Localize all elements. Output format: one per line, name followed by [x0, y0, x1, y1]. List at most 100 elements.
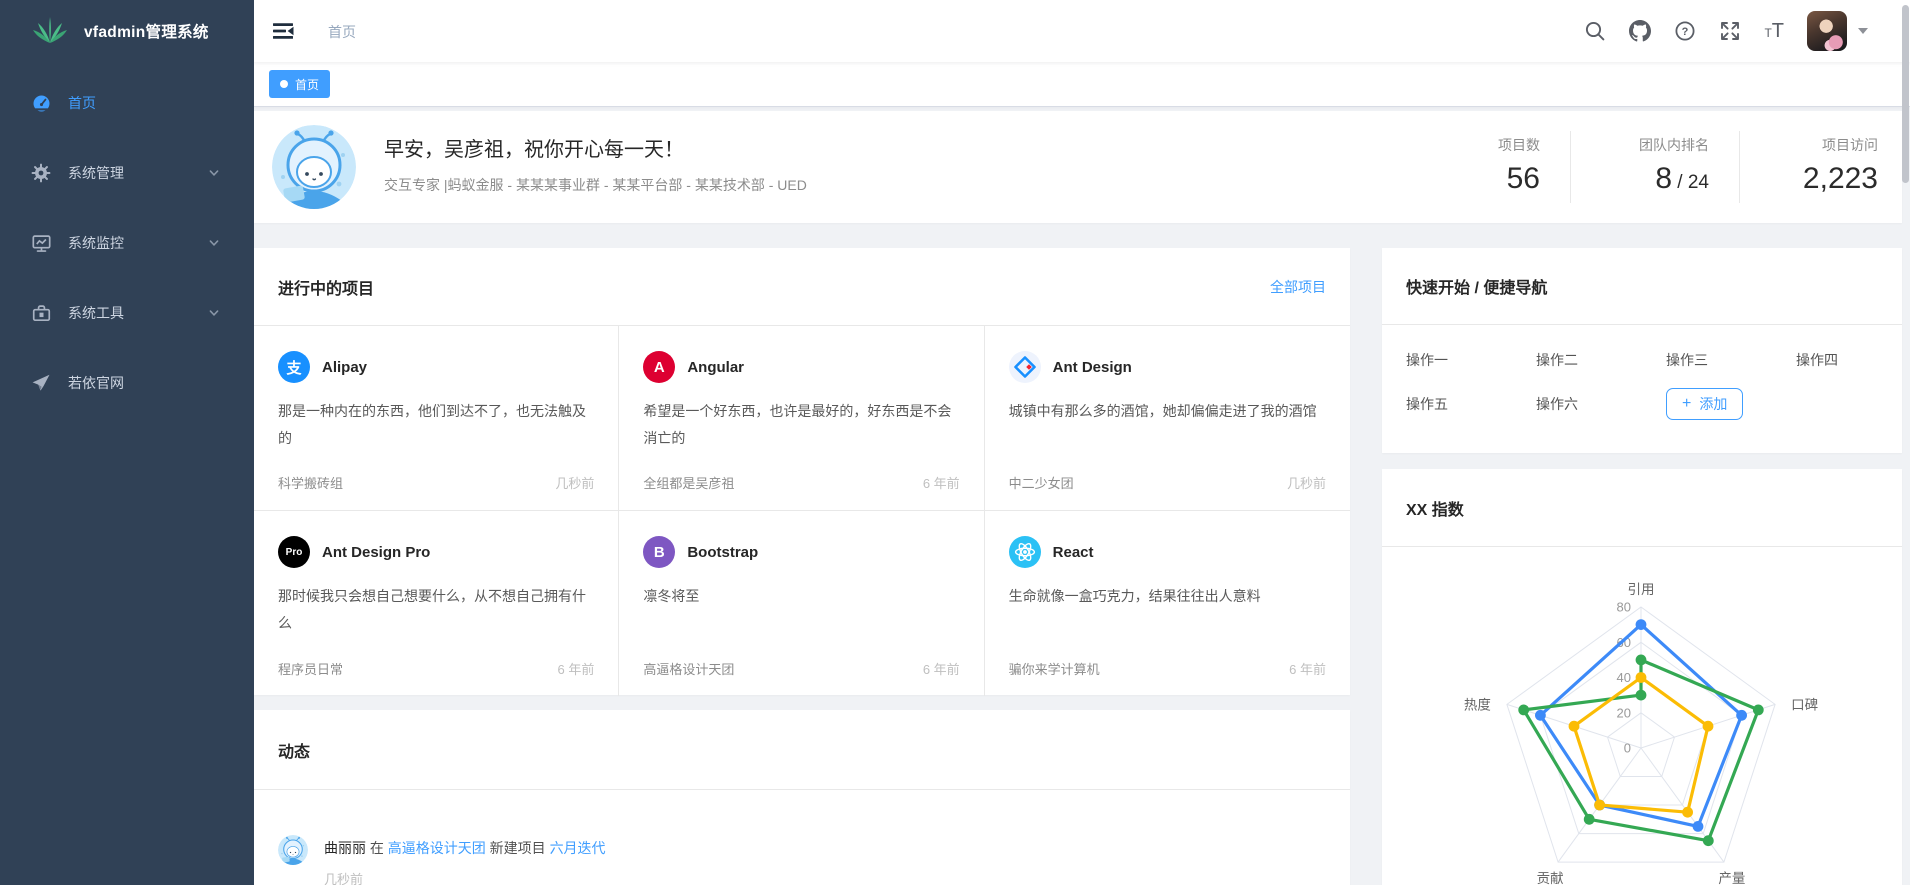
project-group-link[interactable]: 科学搬砖组 [278, 473, 343, 492]
project-name[interactable]: Alipay [322, 359, 367, 376]
project-name[interactable]: Ant Design Pro [322, 544, 430, 561]
project-desc: 希望是一个好东西，也许是最好的，好东西是不会消亡的 [643, 398, 959, 452]
project-group-link[interactable]: 骗你来学计算机 [1009, 659, 1100, 678]
project-name[interactable]: Bootstrap [687, 544, 758, 561]
svg-text:贡献: 贡献 [1537, 871, 1564, 885]
app-logo[interactable]: vfadmin管理系统 [0, 0, 254, 62]
fullscreen-icon[interactable] [1719, 20, 1741, 42]
project-card-5[interactable]: React 生命就像一盒巧克力，结果往往出人意料 骗你来学计算机 6 年前 [985, 511, 1350, 696]
project-group-link[interactable]: 中二少女团 [1009, 473, 1074, 492]
project-updated-time: 6 年前 [923, 473, 960, 492]
project-card-3[interactable]: Pro Ant Design Pro 那时候我只会想自己想要什么，从不想自己拥有… [254, 511, 619, 696]
add-button[interactable]: + 添加 [1666, 388, 1743, 420]
chevron-down-icon [208, 167, 220, 179]
projects-title: 进行中的项目 [278, 275, 374, 299]
search-icon[interactable] [1584, 20, 1606, 42]
scrollbar-thumb[interactable] [1902, 5, 1909, 183]
page-scrollbar[interactable] [1900, 0, 1910, 885]
project-desc: 凛冬将至 [643, 583, 959, 637]
svg-text:热度: 热度 [1464, 697, 1491, 712]
sidebar-item-label: 系统管理 [68, 163, 208, 183]
svg-text:0: 0 [1624, 741, 1631, 756]
project-head: A Angular [643, 351, 959, 383]
project-card-1[interactable]: A Angular 希望是一个好东西，也许是最好的，好东西是不会消亡的 全组都是… [619, 326, 984, 511]
tags-view-bar: 首页 [254, 62, 1910, 107]
svg-text:20: 20 [1617, 705, 1631, 720]
project-grid: 支 Alipay 那是一种内在的东西，他们到达不了，也无法触及的 科学搬砖组 几… [254, 325, 1350, 696]
project-footer: 骗你来学计算机 6 年前 [1009, 659, 1326, 678]
tag-label: 首页 [295, 76, 319, 93]
tag-home[interactable]: 首页 [269, 70, 330, 98]
all-projects-link[interactable]: 全部项目 [1270, 277, 1326, 297]
project-card-4[interactable]: B Bootstrap 凛冬将至 高逼格设计天团 6 年前 [619, 511, 984, 696]
feed-time: 几秒前 [324, 869, 606, 885]
quicknav-link-5[interactable]: 操作六 [1536, 394, 1578, 414]
sidebar-item-label: 首页 [68, 93, 220, 113]
project-head: Pro Ant Design Pro [278, 536, 594, 568]
react-logo-icon [1009, 536, 1041, 568]
sidebar-item-3[interactable]: 系统工具 [0, 278, 254, 348]
quicknav-grid: 操作一 操作二 操作三 操作四操作五 操作六 + 添加 [1382, 325, 1902, 426]
project-updated-time: 几秒前 [555, 473, 594, 492]
project-head: Ant Design [1009, 351, 1326, 383]
activity-feed: 曲丽丽 在 高逼格设计天团 新建项目 六月迭代 几秒前 [254, 790, 1350, 885]
sidebar-item-2[interactable]: 系统监控 [0, 208, 254, 278]
project-card-0[interactable]: 支 Alipay 那是一种内在的东西，他们到达不了，也无法触及的 科学搬砖组 几… [254, 326, 619, 511]
app-window: vfadmin管理系统 首页系统管理系统监控系统工具若依官网 首页 ? TT [0, 0, 1910, 885]
antdesign-logo-icon [1009, 351, 1041, 383]
user-avatar[interactable] [1807, 11, 1847, 51]
project-desc: 那是一种内在的东西，他们到达不了，也无法触及的 [278, 398, 594, 452]
sidebar-item-0[interactable]: 首页 [0, 68, 254, 138]
sidebar-toggle-icon[interactable] [272, 20, 294, 42]
project-updated-time: 6 年前 [557, 659, 594, 678]
quicknav-link-3[interactable]: 操作四 [1796, 350, 1838, 370]
feed-text: 新建项目 [486, 840, 550, 856]
project-desc: 那时候我只会想自己想要什么，从不想自己拥有什么 [278, 583, 594, 637]
quicknav-link-2[interactable]: 操作三 [1666, 350, 1708, 370]
quicknav-cell-2: 操作三 [1642, 338, 1772, 382]
radar-chart: 020406080引用口碑产量贡献热度 [1382, 547, 1902, 885]
feed-text: 曲丽丽 [324, 840, 366, 856]
project-head: 支 Alipay [278, 351, 594, 383]
github-icon[interactable] [1629, 20, 1651, 42]
index-header: XX 指数 [1382, 469, 1902, 547]
ant-design-pro-logo-icon: Pro [278, 536, 310, 568]
font-size-icon[interactable]: TT [1764, 20, 1784, 43]
project-group-link[interactable]: 程序员日常 [278, 659, 343, 678]
activity-card: 动态 曲丽丽 在 高逼格设计天团 新建项目 六月迭代 几秒前 [254, 710, 1350, 885]
quicknav-link-1[interactable]: 操作二 [1536, 350, 1578, 370]
stat-label: 项目数 [1432, 135, 1540, 155]
active-dot-icon [280, 80, 288, 88]
project-name[interactable]: Angular [687, 359, 744, 376]
project-updated-time: 6 年前 [923, 659, 960, 678]
project-name[interactable]: React [1053, 544, 1094, 561]
stat-value: 56 [1432, 163, 1540, 199]
caret-down-icon[interactable] [1858, 28, 1868, 34]
sidebar-item-1[interactable]: 系统管理 [0, 138, 254, 208]
svg-text:引用: 引用 [1628, 582, 1655, 597]
project-card-2[interactable]: Ant Design 城镇中有那么多的酒馆，她却偏偏走进了我的酒馆 中二少女团 … [985, 326, 1350, 511]
project-group-link[interactable]: 全组都是吴彦祖 [643, 473, 734, 492]
stat-value: 8 / 24 [1601, 163, 1709, 199]
feed-link[interactable]: 六月迭代 [550, 840, 606, 856]
radar-svg: 020406080引用口碑产量贡献热度 [1382, 547, 1902, 885]
quicknav-link-4[interactable]: 操作五 [1406, 394, 1448, 414]
feed-link[interactable]: 高逼格设计天团 [388, 840, 486, 856]
breadcrumb: 首页 [328, 22, 356, 42]
sidebar-item-4[interactable]: 若依官网 [0, 348, 254, 418]
project-name[interactable]: Ant Design [1053, 359, 1132, 376]
welcome-card: 早安，吴彦祖，祝你开心每一天！ 交互专家 |蚂蚁金服 - 某某某事业群 - 某某… [254, 111, 1902, 223]
project-group-link[interactable]: 高逼格设计天团 [643, 659, 734, 678]
svg-text:产量: 产量 [1718, 871, 1745, 885]
send-icon [30, 372, 52, 394]
svg-text:40: 40 [1617, 670, 1631, 685]
quicknav-cell-4: 操作五 [1382, 382, 1512, 426]
activity-title: 动态 [278, 738, 310, 762]
greeting-title: 早安，吴彦祖，祝你开心每一天！ [384, 133, 807, 162]
stat-value: 2,223 [1770, 163, 1878, 199]
svg-text:?: ? [1682, 26, 1689, 38]
help-icon[interactable]: ? [1674, 20, 1696, 42]
quicknav-link-0[interactable]: 操作一 [1406, 350, 1448, 370]
gear-icon [30, 162, 52, 184]
feed-body: 曲丽丽 在 高逼格设计天团 新建项目 六月迭代 几秒前 [324, 835, 606, 885]
